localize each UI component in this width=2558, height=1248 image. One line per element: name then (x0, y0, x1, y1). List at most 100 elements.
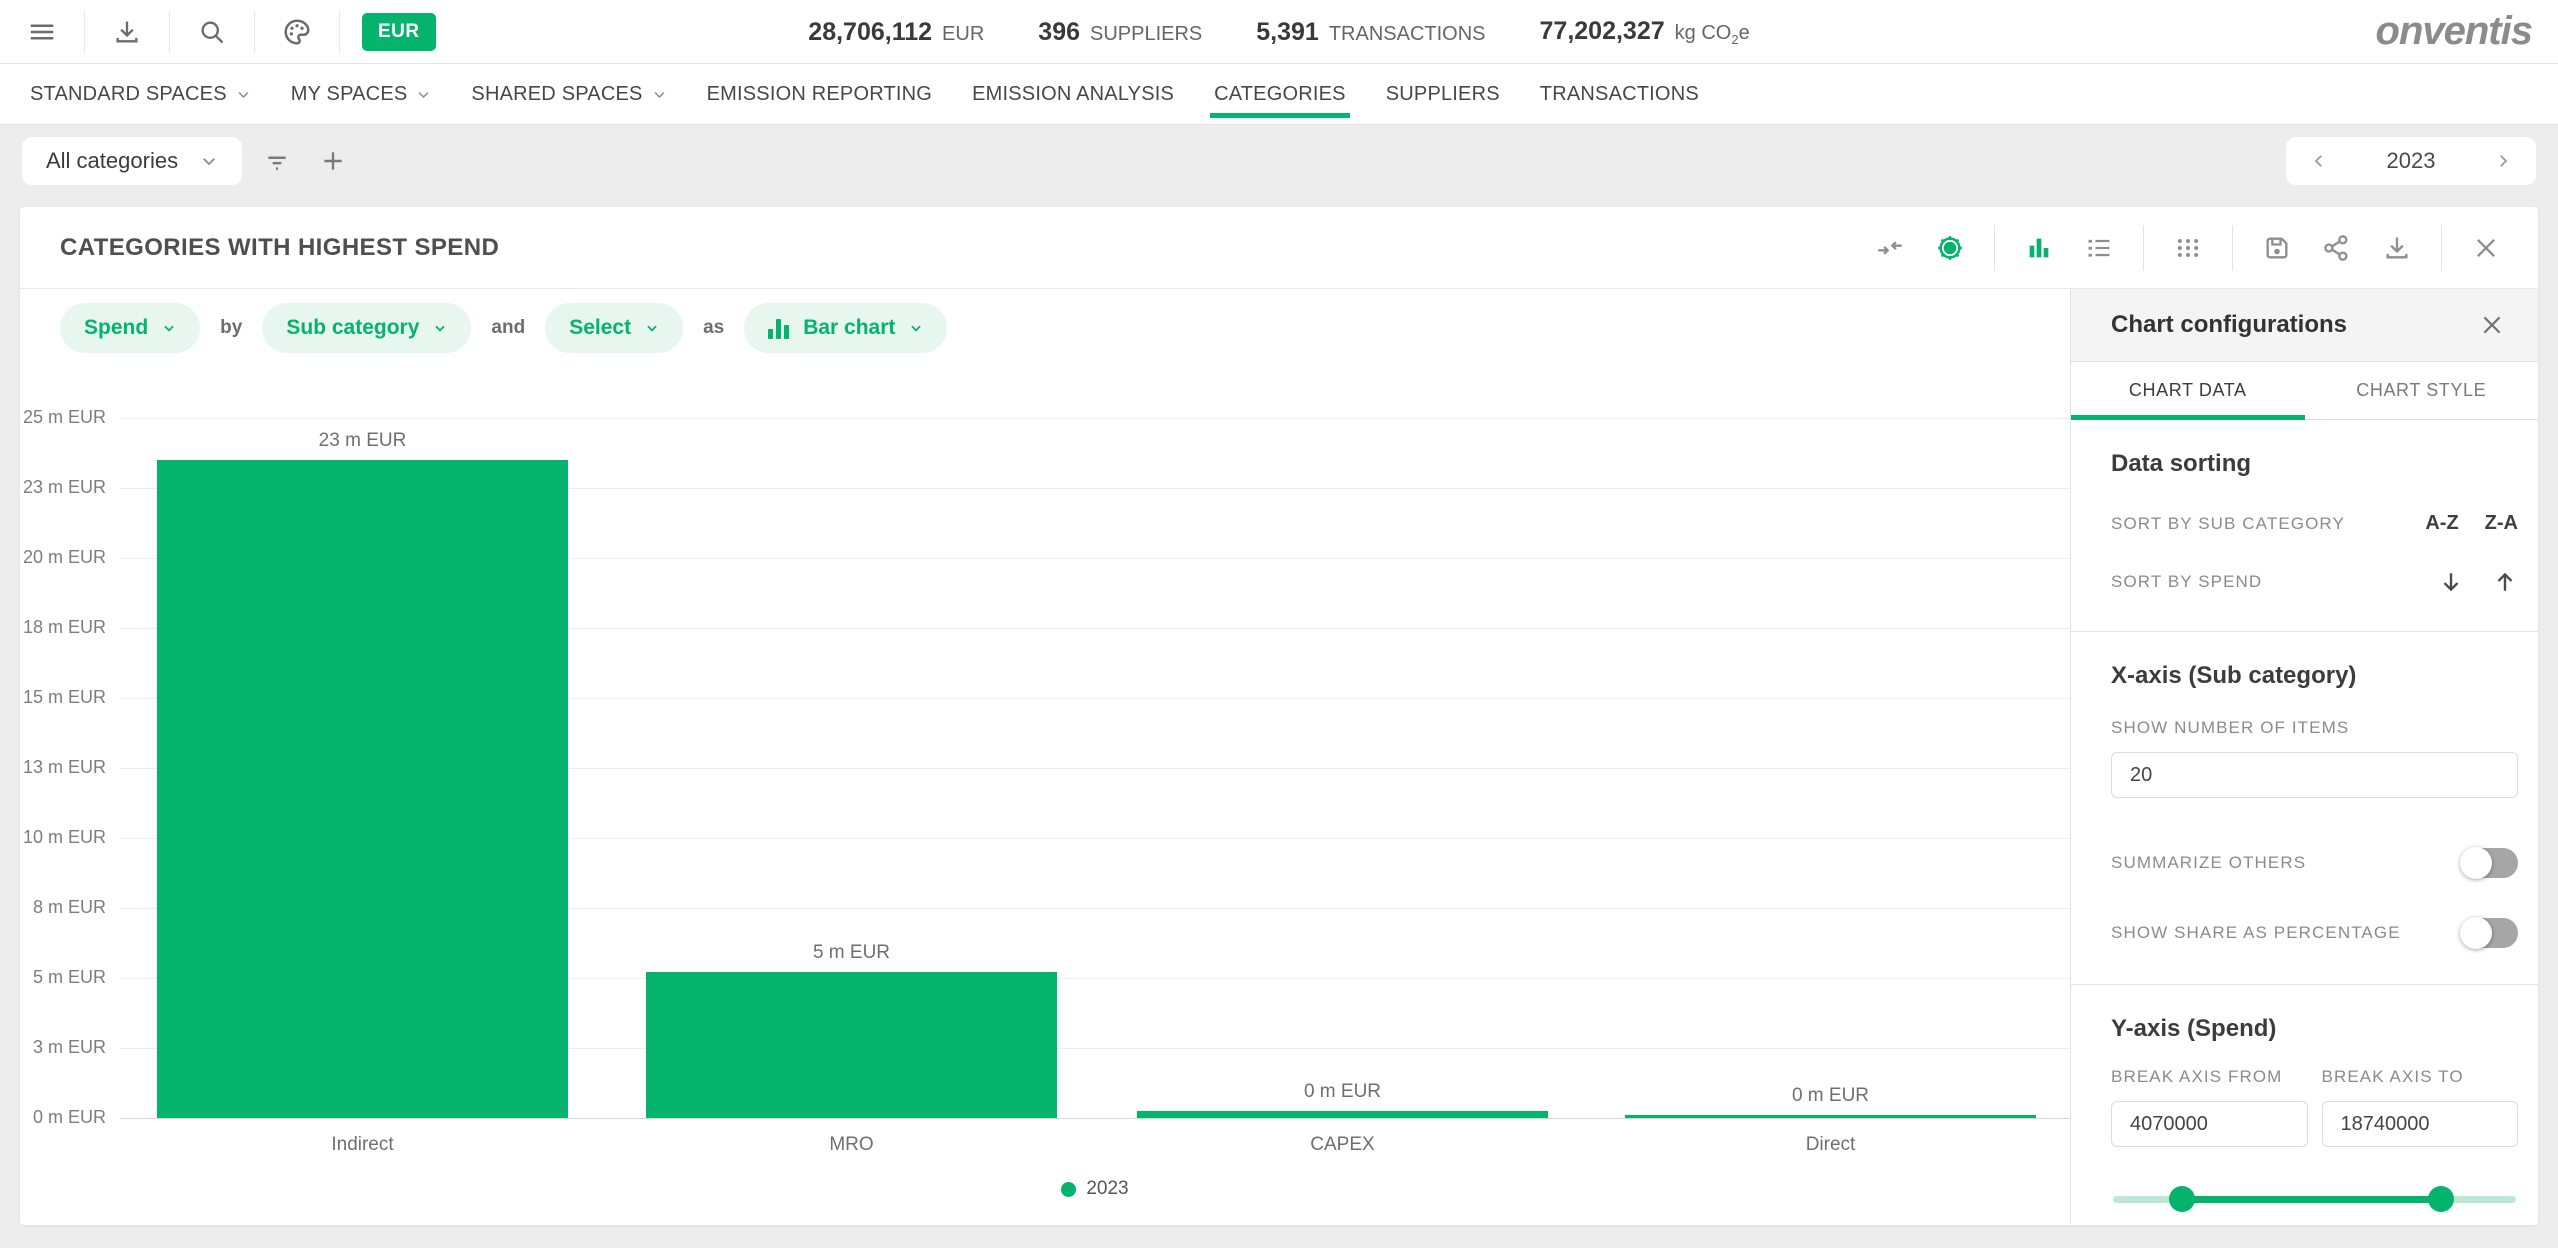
chart-config-panel: Chart configurations CHART DATA CHART ST… (2070, 289, 2538, 1224)
filter-icon (264, 148, 290, 174)
nav-tab-my-spaces[interactable]: MY SPACES (287, 64, 436, 124)
y-axis-tick-label: 0 m EUR (20, 1107, 106, 1128)
break-axis-from-label: BREAK AXIS FROM (2111, 1067, 2282, 1086)
share-icon (2323, 234, 2351, 262)
previous-year-button[interactable] (2304, 146, 2334, 176)
sort-za-button[interactable]: Z-A (2485, 512, 2518, 535)
bar-direct[interactable] (1625, 1115, 2036, 1118)
save-button[interactable] (2251, 225, 2303, 271)
summarize-others-label: SUMMARIZE OTHERS (2111, 853, 2306, 873)
y-axis-tick-label: 3 m EUR (20, 1037, 106, 1058)
bar-capex[interactable] (1137, 1111, 1548, 1118)
axis-break-range-slider[interactable] (2111, 1185, 2518, 1213)
settings-button[interactable] (1924, 225, 1976, 271)
onventis-logo: onventis (2376, 9, 2558, 54)
nav-tab-categories[interactable]: CATEGORIES (1210, 64, 1350, 124)
metric-dropdown[interactable]: Spend (60, 303, 200, 353)
theme-palette-button[interactable] (277, 12, 317, 52)
share-button[interactable] (2311, 225, 2363, 271)
config-content: Data sorting SORT BY SUB CATEGORY A-Z Z-… (2071, 450, 2538, 1213)
close-config-panel-button[interactable] (2474, 307, 2510, 343)
close-icon (2472, 234, 2500, 262)
sort-ascending-button[interactable] (2492, 569, 2518, 595)
chevron-down-icon (236, 87, 251, 102)
break-axis-to-label: BREAK AXIS TO (2322, 1067, 2464, 1086)
nav-tab-emission-reporting[interactable]: EMISSION REPORTING (703, 64, 937, 124)
chart-type-dropdown[interactable]: Bar chart (744, 303, 947, 353)
chart-region: Spend by Sub category and Select as Bar … (20, 289, 2070, 1224)
bar-chart-view-button[interactable] (2013, 225, 2065, 271)
next-year-button[interactable] (2488, 146, 2518, 176)
x-axis-category-label: Direct (1625, 1134, 2036, 1156)
nav-tab-label: EMISSION ANALYSIS (972, 83, 1174, 106)
query-connector: by (216, 317, 246, 339)
nav-tab-standard-spaces[interactable]: STANDARD SPACES (26, 64, 255, 124)
summarize-others-toggle[interactable] (2462, 848, 2518, 878)
show-share-as-percentage-toggle[interactable] (2462, 918, 2518, 948)
x-axis-category-label: CAPEX (1137, 1134, 1548, 1156)
chart-type-label: Bar chart (803, 316, 895, 340)
year-selector: 2023 (2286, 137, 2536, 185)
year-value: 2023 (2387, 148, 2436, 174)
legend-label: 2023 (1086, 1178, 1128, 1200)
break-axis-to-input[interactable] (2322, 1101, 2519, 1147)
nav-tab-emission-analysis[interactable]: EMISSION ANALYSIS (968, 64, 1178, 124)
y-axis-tick-label: 15 m EUR (20, 687, 106, 708)
add-widget-button[interactable] (312, 140, 354, 182)
tab-chart-style[interactable]: CHART STYLE (2305, 362, 2539, 419)
slider-handle-from[interactable] (2169, 1186, 2195, 1212)
search-button[interactable] (192, 12, 232, 52)
config-panel-header: Chart configurations (2071, 289, 2538, 362)
export-button[interactable] (107, 12, 147, 52)
show-number-of-items-input[interactable] (2111, 752, 2518, 798)
hamburger-icon (27, 17, 57, 47)
chevron-down-icon (416, 87, 431, 102)
legend-item-2023[interactable]: 2023 (1061, 1178, 1128, 1200)
stat-total-spend: 28,706,112 EUR (808, 18, 984, 47)
download-chart-button[interactable] (2371, 225, 2423, 271)
break-axis-from-input[interactable] (2111, 1101, 2308, 1147)
divider (339, 11, 340, 53)
sort-by-spend-row: SORT BY SPEND (2111, 569, 2518, 595)
dimension-dropdown[interactable]: Sub category (262, 303, 471, 353)
nav-tab-label: SUPPLIERS (1386, 83, 1500, 106)
collapse-arrows-icon (1876, 234, 1904, 262)
divider (254, 11, 255, 53)
list-view-button[interactable] (2073, 225, 2125, 271)
data-sorting-heading: Data sorting (2111, 450, 2518, 478)
stat-transactions: 5,391 TRANSACTIONS (1256, 18, 1485, 47)
collapse-widget-button[interactable] (1864, 225, 1916, 271)
stat-unit: SUPPLIERS (1090, 23, 1202, 46)
category-filter-label: All categories (46, 148, 178, 174)
nav-tab-transactions[interactable]: TRANSACTIONS (1536, 64, 1703, 124)
close-widget-button[interactable] (2460, 225, 2512, 271)
nav-tab-suppliers[interactable]: SUPPLIERS (1382, 64, 1504, 124)
chevron-down-icon (909, 321, 923, 335)
nav-tab-shared-spaces[interactable]: SHARED SPACES (467, 64, 670, 124)
filter-button[interactable] (256, 140, 298, 182)
config-panel-title: Chart configurations (2111, 311, 2347, 339)
category-filter-dropdown[interactable]: All categories (22, 137, 242, 185)
legend-dot (1061, 1182, 1076, 1197)
sort-descending-button[interactable] (2438, 569, 2464, 595)
tab-chart-data[interactable]: CHART DATA (2071, 362, 2305, 419)
chevron-down-icon (433, 321, 447, 335)
topbar: EUR 28,706,112 EUR 396 SUPPLIERS 5,391 T… (0, 0, 2558, 64)
bar-mro[interactable] (646, 972, 1057, 1118)
sort-az-button[interactable]: A-Z (2425, 512, 2458, 535)
divider (84, 11, 85, 53)
currency-badge[interactable]: EUR (362, 13, 436, 51)
sort-by-sub-category-label: SORT BY SUB CATEGORY (2111, 514, 2345, 534)
nav-tab-label: EMISSION REPORTING (707, 83, 933, 106)
summarize-others-row: SUMMARIZE OTHERS (2111, 848, 2518, 878)
palette-icon (282, 17, 312, 47)
secondary-dimension-dropdown[interactable]: Select (545, 303, 683, 353)
grid-dots-icon (2174, 234, 2202, 262)
hamburger-menu-button[interactable] (22, 12, 62, 52)
show-number-of-items-label: SHOW NUMBER OF ITEMS (2111, 718, 2349, 738)
stat-value: 396 (1038, 18, 1080, 47)
gridline (120, 1118, 2070, 1119)
grid-view-button[interactable] (2162, 225, 2214, 271)
bar-indirect[interactable] (157, 460, 568, 1118)
slider-handle-to[interactable] (2428, 1186, 2454, 1212)
